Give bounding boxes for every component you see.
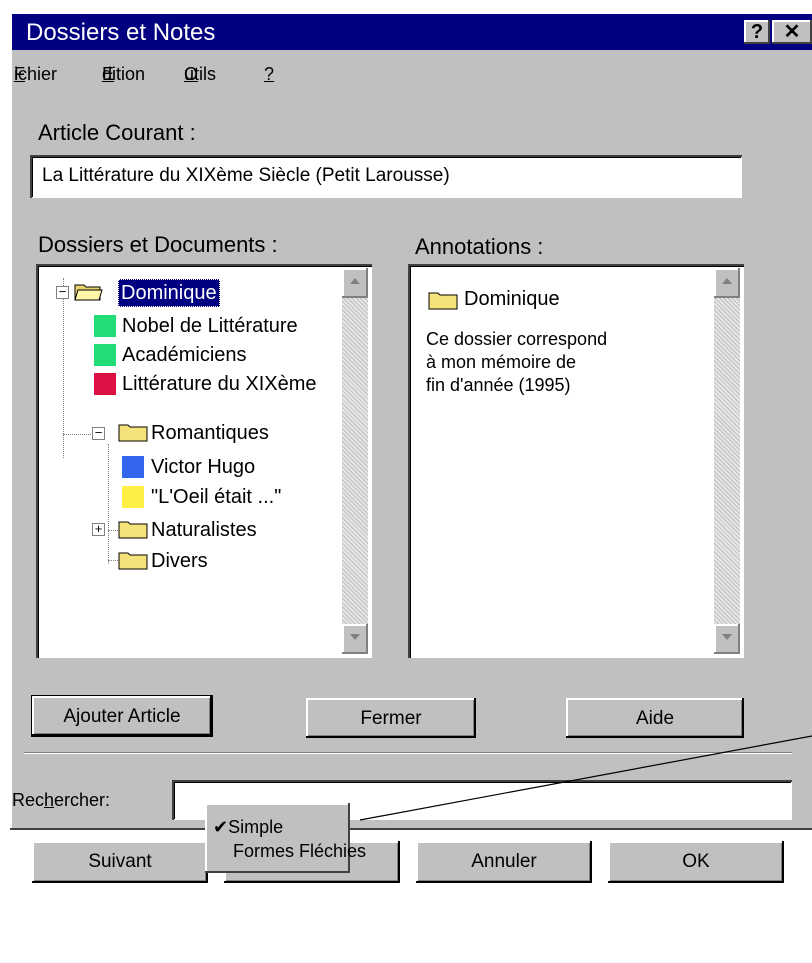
callout-lines [359,735,812,821]
